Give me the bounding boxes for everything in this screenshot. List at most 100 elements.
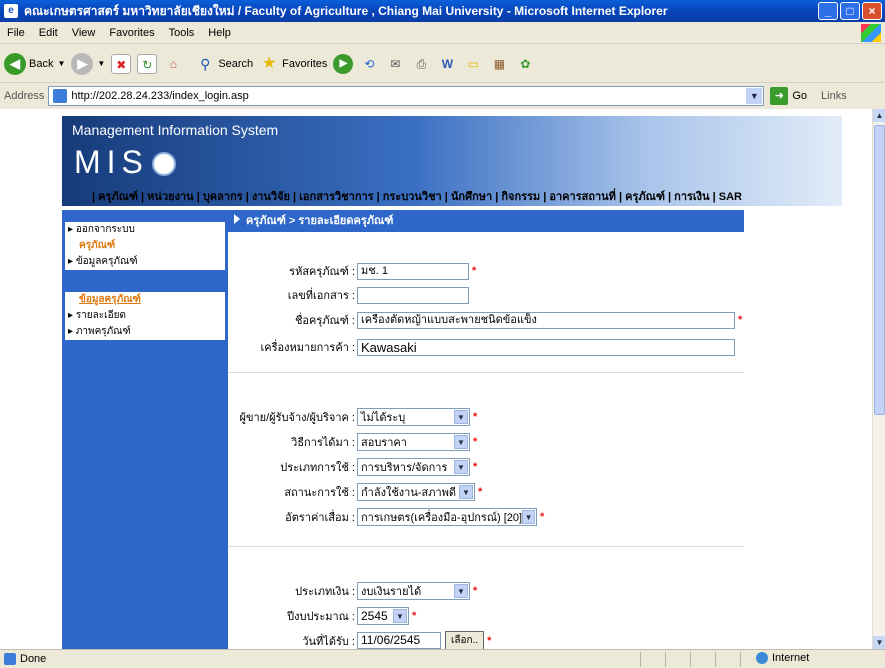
asset-code-input[interactable]: มช. 1 — [357, 262, 469, 280]
doc-no-label: เลขที่เอกสาร : — [287, 290, 355, 302]
zone-indicator: Internet — [756, 652, 809, 664]
seller-select[interactable]: ไม่ได้ระบุ ▼ — [357, 408, 470, 426]
menu-edit[interactable]: Edit — [32, 27, 65, 39]
section-divider — [228, 372, 744, 373]
windows-logo-icon — [861, 24, 881, 42]
refresh-button[interactable]: ↻ — [137, 53, 158, 74]
sidebar-item-asset-data[interactable]: ▸ ข้อมูลครุภัณฑ์ — [65, 254, 225, 270]
window-title: คณะเกษตรศาสตร์ มหาวิทยาลัยเชียงใหม่ / Fa… — [24, 3, 668, 18]
favorites-button[interactable]: ★ Favorites — [259, 54, 327, 74]
chevron-down-icon: ▼ — [522, 510, 535, 524]
depreciation-select[interactable]: การเกษตร(เครื่องมือ-อุปกรณ์) [20] ▼ — [357, 508, 537, 526]
sidebar-item-details[interactable]: ▸ รายละเอียด — [65, 308, 225, 324]
chevron-down-icon: ▼ — [454, 584, 468, 598]
logout-label: ออกจากระบบ — [75, 224, 135, 235]
status-label: สถานะการใช้ : — [284, 487, 355, 499]
ie-icon: e — [4, 4, 18, 18]
media-button[interactable]: ▶ — [333, 53, 354, 74]
print-button[interactable]: ⎙ — [411, 54, 431, 74]
address-input[interactable]: http://202.28.24.233/index_login.asp ▼ — [48, 86, 765, 106]
receive-date-input[interactable]: 11/06/2545 — [357, 632, 441, 649]
fiscal-year-label: ปีงบประมาณ : — [287, 611, 355, 623]
chevron-down-icon: ▼ — [454, 410, 468, 424]
scroll-up-icon[interactable]: ▲ — [873, 109, 885, 122]
word-icon: W — [441, 56, 454, 71]
page-icon — [53, 89, 68, 103]
scroll-thumb[interactable] — [874, 125, 885, 415]
mail-button[interactable]: ✉ — [385, 54, 405, 74]
asset-name-label: ชื่อครุภัณฑ์ : — [294, 315, 355, 327]
forward-arrow-icon: ▶ — [71, 52, 94, 75]
top-nav[interactable]: | ครุภัณฑ์ | หน่วยงาน | บุคลากร | งานวิจ… — [92, 187, 742, 205]
minimize-button[interactable]: _ — [818, 2, 838, 20]
go-arrow-icon: ➜ — [770, 87, 789, 105]
scroll-down-icon[interactable]: ▼ — [873, 636, 885, 649]
method-label: วิธีการได้มา : — [291, 437, 355, 449]
menu-favorites[interactable]: Favorites — [102, 27, 161, 39]
forward-button[interactable]: ▶ ▼ — [71, 52, 105, 75]
chevron-down-icon: ▼ — [459, 485, 473, 499]
stop-button[interactable]: ✖ — [111, 53, 132, 74]
sidebar: ▸ ออกจากระบบ ครุภัณฑ์ ▸ ข้อมูลครุภัณฑ์ ข… — [62, 210, 228, 649]
fiscal-year-select[interactable]: 2545 ▼ — [357, 607, 409, 625]
images-label: ภาพครุภัณฑ์ — [75, 326, 131, 337]
edit-button[interactable]: W — [437, 54, 457, 74]
search-button[interactable]: ⚲ Search — [195, 54, 253, 74]
vertical-scrollbar[interactable]: ▲ ▼ — [872, 109, 885, 649]
go-button[interactable]: ➜ Go — [770, 87, 807, 105]
messenger-icon: ✿ — [520, 56, 531, 71]
address-url: http://202.28.24.233/index_login.asp — [71, 90, 249, 102]
pick-date-button[interactable]: เลือก.. — [445, 631, 485, 649]
media-icon: ▶ — [333, 53, 354, 74]
mail-icon: ✉ — [390, 56, 401, 71]
main-content: ครุภัณฑ์ > รายละเอียดครุภัณฑ์ รหัสครุภัณ… — [228, 210, 744, 649]
fund-type-value: งบเงินรายได้ — [361, 586, 422, 598]
back-label: Back — [29, 57, 54, 70]
method-value: สอบราคา — [361, 437, 407, 449]
depreciation-value: การเกษตร(เครื่องมือ-อุปกรณ์) [20] — [361, 512, 523, 524]
stop-icon: ✖ — [111, 53, 132, 74]
research-button[interactable]: ▦ — [489, 54, 509, 74]
status-text: Done — [20, 653, 47, 665]
sidebar-item-images[interactable]: ▸ ภาพครุภัณฑ์ — [65, 324, 225, 340]
status-divider — [640, 652, 641, 667]
close-button[interactable]: × — [862, 2, 882, 20]
chevron-down-icon: ▼ — [454, 435, 468, 449]
search-icon: ⚲ — [200, 55, 211, 72]
usage-type-select[interactable]: การบริหาร/จัดการ ▼ — [357, 458, 470, 476]
fund-type-select[interactable]: งบเงินรายได้ ▼ — [357, 582, 470, 600]
links-button[interactable]: Links — [821, 90, 847, 102]
history-button[interactable]: ⟲ — [359, 54, 379, 74]
sidebar-head-asset: ครุภัณฑ์ — [65, 238, 225, 254]
brand-label: เครื่องหมายการค้า : — [260, 342, 355, 354]
zone-label: Internet — [772, 652, 810, 664]
menu-view[interactable]: View — [65, 27, 103, 39]
back-arrow-icon: ◀ — [4, 52, 26, 75]
doc-no-input[interactable] — [357, 286, 469, 304]
maximize-button[interactable]: □ — [840, 2, 860, 20]
method-select[interactable]: สอบราคา ▼ — [357, 433, 470, 451]
menu-tools[interactable]: Tools — [162, 27, 202, 39]
back-dropdown-icon[interactable]: ▼ — [57, 59, 65, 68]
university-seal-icon — [152, 152, 176, 176]
messenger-button[interactable]: ✿ — [515, 54, 535, 74]
forward-dropdown-icon[interactable]: ▼ — [97, 59, 105, 68]
menu-help[interactable]: Help — [201, 27, 238, 39]
status-select[interactable]: กำลังใช้งาน-สภาพดี ▼ — [357, 483, 475, 501]
page-done-icon — [4, 653, 16, 665]
section-divider — [228, 546, 744, 547]
asset-name-input[interactable]: เครื่องตัดหญ้าแบบสะพายชนิดข้อแข็ง — [357, 311, 735, 329]
folder-icon: ▭ — [467, 56, 480, 71]
home-button[interactable]: ⌂ — [163, 54, 183, 74]
address-dropdown-icon[interactable]: ▼ — [746, 88, 763, 104]
menu-file[interactable]: File — [0, 27, 32, 39]
sidebar-item-logout[interactable]: ▸ ออกจากระบบ — [65, 222, 225, 238]
page-viewport: Management Information System MIS | ครุภ… — [0, 109, 872, 649]
required-mark: * — [738, 314, 743, 326]
back-button[interactable]: ◀ Back ▼ — [4, 52, 65, 75]
sidebar-head-asset-info: ข้อมูลครุภัณฑ์ — [65, 292, 225, 308]
brand-input[interactable]: Kawasaki — [357, 338, 735, 356]
folder-button[interactable]: ▭ — [463, 54, 483, 74]
seller-value: ไม่ได้ระบุ — [361, 412, 406, 424]
toolbar: ◀ Back ▼ ▶ ▼ ✖ ↻ ⌂ ⚲ Search ★ Favorites … — [0, 45, 885, 83]
